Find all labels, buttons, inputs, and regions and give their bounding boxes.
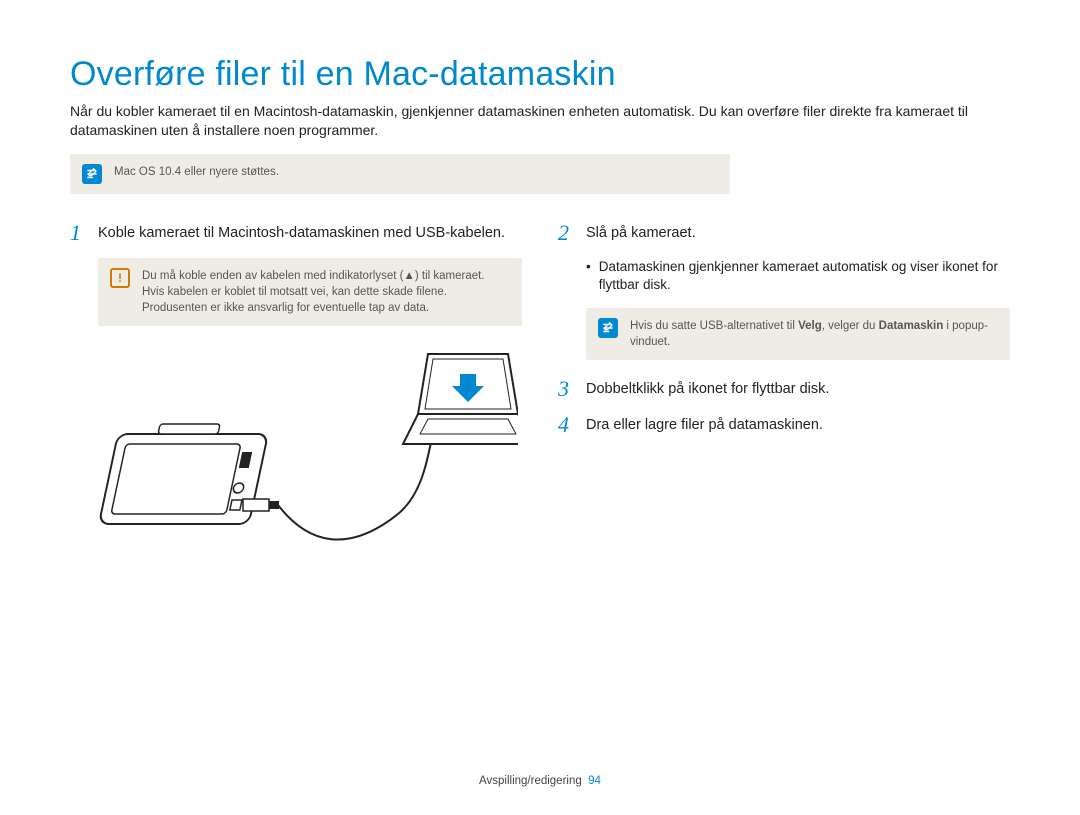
warning-box: ! Du må koble enden av kabelen med indik…: [98, 258, 522, 326]
warning-text: Du må koble enden av kabelen med indikat…: [142, 268, 510, 316]
note-icon: [82, 164, 102, 184]
triangle-up-icon: ▲: [403, 268, 414, 284]
manual-page: Overføre filer til en Mac-datamaskin Når…: [0, 0, 1080, 815]
warning-icon: !: [110, 268, 130, 288]
two-column-layout: 1 Koble kameraet til Macintosh-datamaski…: [70, 222, 1010, 564]
step-1: 1 Koble kameraet til Macintosh-datamaski…: [70, 222, 522, 244]
footer-section: Avspilling/redigering: [479, 775, 582, 787]
step-number: 1: [70, 222, 88, 244]
warn-pre: Du må koble enden av kabelen med indikat…: [142, 270, 403, 282]
info-mid: , velger du: [822, 320, 879, 332]
step-4: 4 Dra eller lagre filer på datamaskinen.: [558, 414, 1010, 436]
info-bold-2: Datamaskin: [879, 320, 944, 332]
note-icon: [598, 318, 618, 338]
left-column: 1 Koble kameraet til Macintosh-datamaski…: [70, 222, 522, 564]
page-title: Overføre filer til en Mac-datamaskin: [70, 55, 1010, 94]
step-text: Slå på kameraet.: [586, 222, 696, 244]
footer-page-number: 94: [588, 775, 601, 787]
info-text: Hvis du satte USB-alternativet til Velg,…: [630, 318, 998, 350]
info-bold-1: Velg: [798, 320, 822, 332]
right-column: 2 Slå på kameraet. • Datamaskinen gjenkj…: [558, 222, 1010, 564]
step-3: 3 Dobbeltklikk på ikonet for flyttbar di…: [558, 378, 1010, 400]
intro-text: Når du kobler kameraet til en Macintosh-…: [70, 102, 1010, 140]
camera-to-laptop-diagram: [98, 344, 522, 564]
step-number: 4: [558, 414, 576, 436]
step-2-bullet: • Datamaskinen gjenkjenner kameraet auto…: [586, 258, 1010, 294]
info-pre: Hvis du satte USB-alternativet til: [630, 320, 798, 332]
info-box: Hvis du satte USB-alternativet til Velg,…: [586, 308, 1010, 360]
top-note-box: Mac OS 10.4 eller nyere støttes.: [70, 154, 730, 194]
step-number: 3: [558, 378, 576, 400]
step-2: 2 Slå på kameraet.: [558, 222, 1010, 244]
top-note-text: Mac OS 10.4 eller nyere støttes.: [114, 164, 279, 180]
bullet-text: Datamaskinen gjenkjenner kameraet automa…: [599, 258, 1010, 294]
step-text: Dra eller lagre filer på datamaskinen.: [586, 414, 823, 436]
step-text: Dobbeltklikk på ikonet for flyttbar disk…: [586, 378, 829, 400]
page-footer: Avspilling/redigering 94: [0, 775, 1080, 787]
step-text: Koble kameraet til Macintosh-datamaskine…: [98, 222, 505, 244]
bullet-dot-icon: •: [586, 258, 591, 294]
step-number: 2: [558, 222, 576, 244]
